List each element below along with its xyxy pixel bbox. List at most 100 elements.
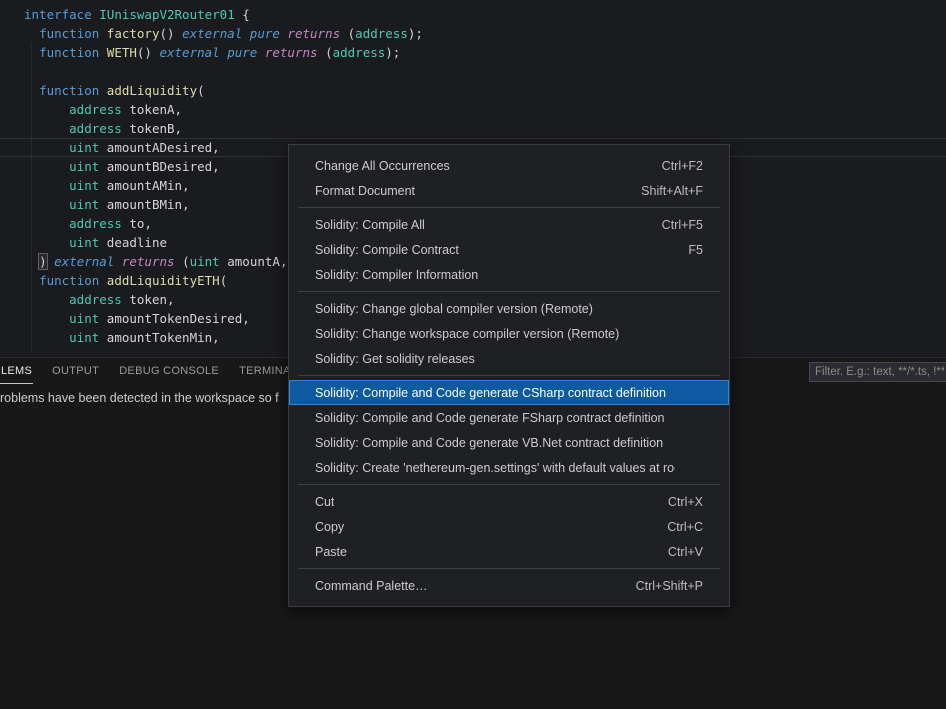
code-token-pun [24,159,69,174]
menu-item-shortcut: Ctrl+Shift+P [635,578,703,593]
panel-tab-debug-console[interactable]: DEBUG CONSOLE [118,358,220,384]
problems-filter-input[interactable] [809,362,946,382]
code-token-pun [24,330,69,345]
code-line[interactable]: function WETH() external pure returns (a… [0,43,946,62]
code-token-kw: function [39,273,107,288]
menu-item-shortcut: Ctrl+C [667,519,703,534]
menu-item[interactable]: Solidity: Get solidity releases [289,346,729,371]
code-token-pun: { [234,7,250,22]
menu-item-label: Copy [315,519,345,534]
menu-item[interactable]: Solidity: Compile All Ctrl+F5 [289,212,729,237]
code-token-typ: uint [69,159,100,174]
code-token-pun [24,311,69,326]
code-token-pun [24,197,69,212]
code-token-pun [24,45,39,60]
code-token-id: amountBMin [99,197,183,212]
menu-item-label: Solidity: Compile Contract [315,242,459,257]
menu-item[interactable]: Copy Ctrl+C [289,514,729,539]
code-token-id: tokenA [121,102,175,117]
code-token-pun [24,178,69,193]
panel-tab-output[interactable]: OUTPUT [51,358,100,384]
code-line[interactable]: address tokenB, [0,119,946,138]
menu-item-label: Solidity: Compile and Code generate VB.N… [315,435,664,450]
code-token-typ: IUniswapV2Router01 [99,7,235,22]
menu-item-label: Command Palette… [315,578,428,593]
menu-item[interactable]: Change All Occurrences Ctrl+F2 [289,153,729,178]
code-token-pun: ( [325,45,333,60]
menu-item-label: Solidity: Compile All [315,217,425,232]
menu-separator [298,291,720,292]
menu-item[interactable]: Solidity: Compile Contract F5 [289,237,729,262]
code-token-pun [24,254,39,269]
panel-tab-lems[interactable]: LEMS [0,358,34,384]
menu-separator [298,568,720,569]
menu-item-shortcut: Ctrl+V [667,544,703,559]
menu-item[interactable]: Solidity: Create 'nethereum-gen.settings… [289,455,729,480]
menu-item[interactable]: Paste Ctrl+V [289,539,729,564]
code-token-pun: ); [385,45,401,60]
code-token-pun [24,273,39,288]
code-token-pun: , [174,102,183,117]
menu-item[interactable]: Solidity: Compile and Code generate CSha… [289,380,729,405]
menu-item-label: Solidity: Change global compiler version… [315,301,593,316]
code-token-id: amountTokenMin [99,330,213,345]
menu-item-label: Solidity: Compile and Code generate CSha… [315,385,666,400]
code-token-pun: , [182,178,190,193]
code-token-ret: returns [264,45,326,60]
code-token-pun [24,102,69,117]
menu-item-label: Format Document [315,183,416,198]
code-token-pun: ( [182,254,190,269]
code-line[interactable] [0,62,946,81]
menu-item[interactable]: Format Document Shift+Alt+F [289,178,729,203]
menu-item[interactable]: Solidity: Change global compiler version… [289,296,729,321]
code-token-typ: address [332,45,386,60]
menu-item[interactable]: Cut Ctrl+X [289,489,729,514]
code-token-typ: address [69,216,122,231]
code-token-kw: function [39,45,107,60]
menu-item-label: Solidity: Change workspace compiler vers… [315,326,620,341]
code-token-kwi: external [46,254,122,269]
code-token-pun [24,121,69,136]
code-token-pun [24,292,69,307]
code-token-pun: , [242,311,250,326]
menu-item-shortcut: F5 [688,242,703,257]
code-line[interactable]: interface IUniswapV2Router01 { [0,5,946,24]
code-token-kwi: external pure [159,45,265,60]
code-line[interactable]: function addLiquidity( [0,81,946,100]
menu-item-label: Solidity: Compiler Information [315,267,479,282]
code-token-id: amountTokenDesired [99,311,243,326]
code-token-pun: , [182,197,190,212]
code-line[interactable]: function factory() external pure returns… [0,24,946,43]
code-token-id: token [121,292,167,307]
code-token-typ: address [355,26,408,41]
code-token-fn: WETH [106,45,137,60]
menu-item[interactable]: Solidity: Change workspace compiler vers… [289,321,729,346]
code-token-fn: factory [106,26,160,41]
code-token-pun: ( [219,273,228,288]
code-token-typ: address [69,102,122,117]
code-token-pun [24,83,39,98]
code-token-typ: uint [69,235,100,250]
menu-item[interactable]: Solidity: Compiler Information [289,262,729,287]
code-token-id: amountBDesired [99,159,213,174]
code-line[interactable]: address tokenA, [0,100,946,119]
menu-item-shortcut: Ctrl+F5 [661,217,703,232]
code-token-ret: returns [121,254,183,269]
code-token-typ: uint [189,254,220,269]
menu-item[interactable]: Command Palette… Ctrl+Shift+P [289,573,729,598]
code-token-id: to [121,216,145,231]
menu-item-label: Change All Occurrences [315,158,450,173]
menu-item[interactable]: Solidity: Compile and Code generate VB.N… [289,430,729,455]
code-token-pun: () [159,26,183,41]
menu-item[interactable]: Solidity: Compile and Code generate FSha… [289,405,729,430]
code-token-id: amountA [219,254,280,269]
code-token-brk: ) [38,253,48,270]
code-token-pun [24,26,39,41]
code-token-id: tokenB [121,121,175,136]
problems-message: roblems have been detected in the worksp… [0,391,279,405]
code-token-kw: function [39,83,107,98]
code-token-ret: returns [287,26,348,41]
code-token-kw: interface [24,7,100,22]
code-token-fn: addLiquidity [106,83,198,98]
code-token-kw: function [39,26,107,41]
